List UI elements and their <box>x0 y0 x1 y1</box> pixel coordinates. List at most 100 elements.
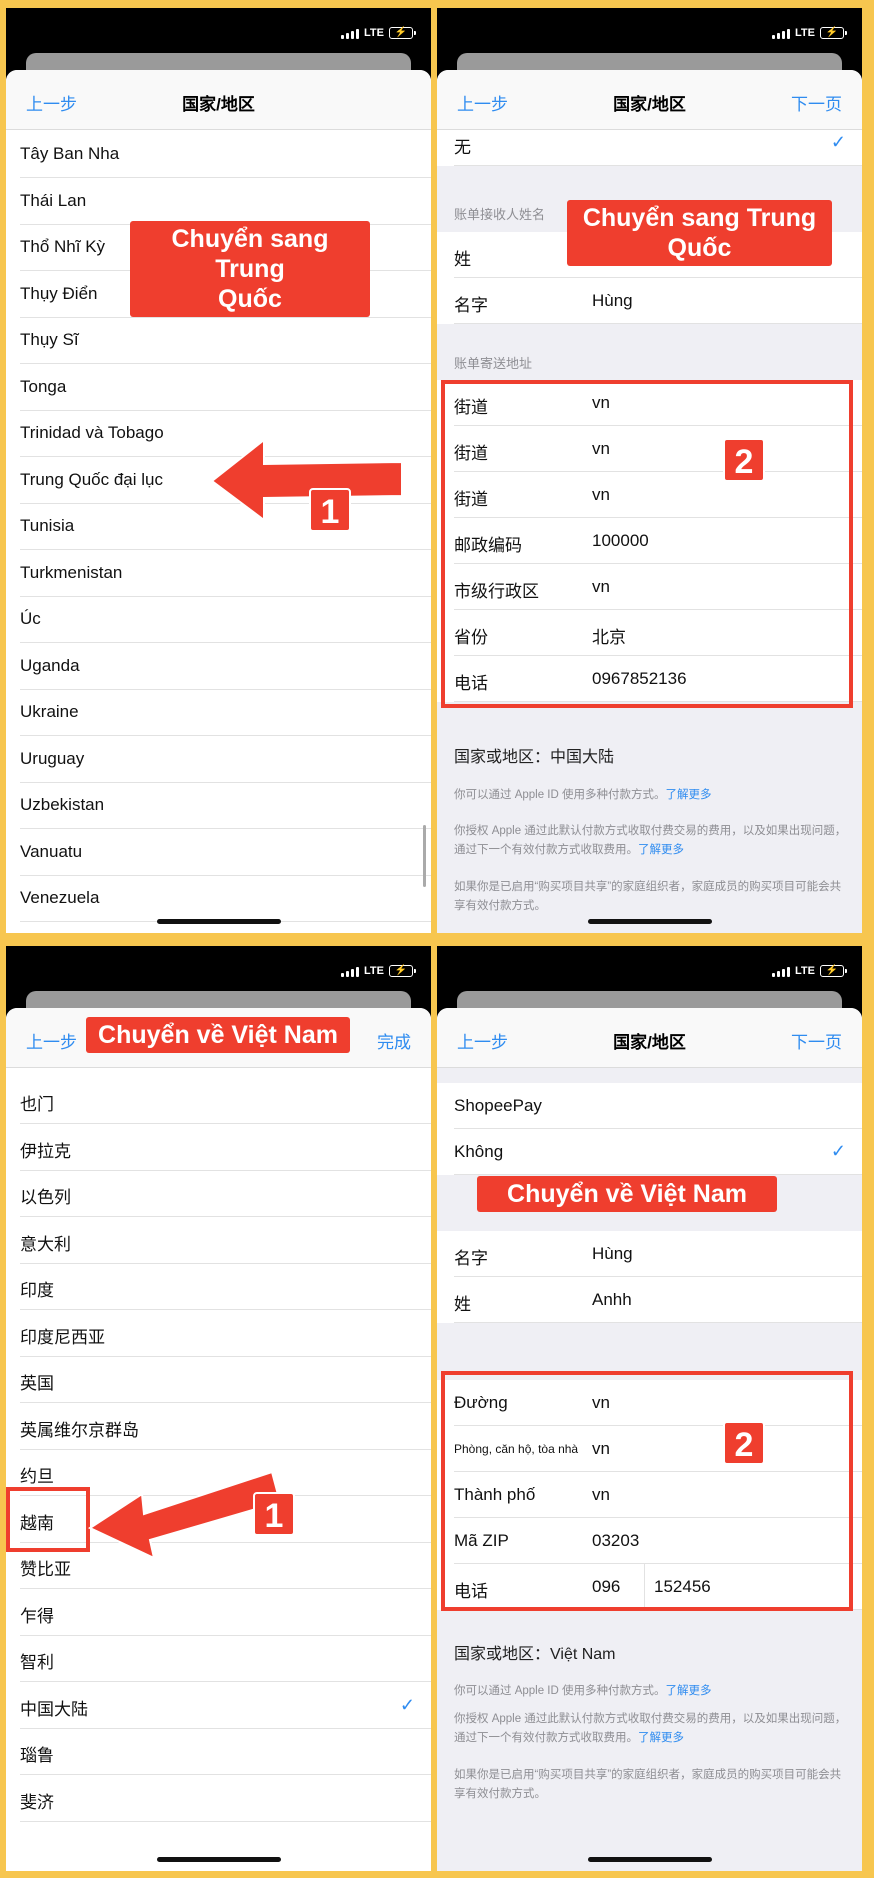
field-label: 名字 <box>454 296 488 315</box>
field-value[interactable]: Hùng <box>592 1244 633 1264</box>
country-name: 约旦 <box>20 1467 54 1486</box>
form-row[interactable]: 姓 Anhh <box>454 1277 862 1323</box>
payment-group: ShopeePay Không ✓ <box>437 1083 862 1175</box>
home-indicator[interactable] <box>587 1857 712 1862</box>
country-name: Uzbekistan <box>20 795 105 814</box>
payment-note: 如果你是已启用“购买项目共享”的家庭组织者，家庭成员的购买项目可能会共享有效付款… <box>454 881 842 912</box>
country-name: 斐济 <box>20 1792 54 1812</box>
country-name: 智利 <box>20 1653 54 1672</box>
step-badge: 2 <box>723 1421 765 1465</box>
annotation-banner: Chuyển về Việt Nam <box>477 1176 777 1212</box>
country-name: 中国大陆 <box>20 1699 88 1719</box>
list-item[interactable]: 印度 <box>20 1264 431 1310</box>
payment-none-label: 无 <box>454 138 471 157</box>
list-item[interactable]: Tây Ban Nha <box>20 132 431 178</box>
payment-note: 你授权 Apple 通过此默认付款方式收取付费交易的费用，以及如果出现问题，通过… <box>454 822 848 860</box>
country-name: Thụy Sĩ <box>20 330 79 349</box>
red-arrow-icon <box>210 438 403 520</box>
bolt-icon: ⚡ <box>825 27 839 38</box>
checkmark-icon: ✓ <box>830 132 846 152</box>
learn-more-link[interactable]: 了解更多 <box>666 789 712 801</box>
list-item[interactable]: 英国 <box>20 1357 431 1403</box>
country-name: Tunisia <box>20 516 75 535</box>
payment-option-row[interactable]: ShopeePay <box>454 1083 862 1129</box>
country-name: Tây Ban Nha <box>20 144 120 163</box>
country-name: Tonga <box>20 376 67 396</box>
country-name: 也门 <box>20 1095 54 1114</box>
next-button[interactable]: 下一页 <box>791 1028 842 1053</box>
payment-note: 你可以通过 Apple ID 使用多种付款方式。了解更多 <box>454 786 848 805</box>
next-button[interactable]: 下一页 <box>791 90 842 115</box>
home-indicator[interactable] <box>156 919 281 924</box>
list-item[interactable]: Ukraine <box>20 690 431 736</box>
list-item[interactable]: Uruguay <box>20 737 431 783</box>
screenshot-billing-vietnam: LTE ⚡ 上一步 国家/地区 下一页 ShopeePay Không ✓ 名字 Hù… <box>437 946 862 1871</box>
country-name: 以色列 <box>20 1188 71 1207</box>
home-indicator[interactable] <box>156 1857 281 1862</box>
list-item[interactable]: Turkmenistan <box>20 551 431 597</box>
list-item[interactable]: Venezuela <box>20 876 431 922</box>
list-item[interactable]: 瑙鲁 <box>20 1729 431 1775</box>
screenshot-country-list-china: LTE ⚡ 上一步 国家/地区 Tây Ban Nha Thái Lan Thổ N… <box>6 8 431 933</box>
learn-more-link[interactable]: 了解更多 <box>638 1732 684 1744</box>
list-item[interactable]: Tonga <box>20 365 431 411</box>
annotation-banner: Chuyển sang Trung Quốc <box>130 221 370 317</box>
country-name: 印度 <box>20 1281 54 1300</box>
list-item[interactable]: 英属维尔京群岛 <box>20 1404 431 1450</box>
list-item[interactable]: 伊拉克 <box>20 1125 431 1171</box>
list-item[interactable]: 智利 <box>20 1636 431 1682</box>
payment-note: 你授权 Apple 通过此默认付款方式收取付费交易的费用，以及如果出现问题，通过… <box>454 1710 848 1748</box>
country-name: 乍得 <box>20 1606 54 1626</box>
list-item[interactable]: Uzbekistan <box>20 783 431 829</box>
form-row[interactable]: 名字 Hùng <box>454 278 862 324</box>
highlight-box <box>441 380 853 708</box>
list-item[interactable]: 乍得 <box>20 1590 431 1636</box>
list-item[interactable]: 也门 <box>20 1078 431 1124</box>
payment-option-label: ShopeePay <box>454 1096 542 1115</box>
scroll-indicator[interactable] <box>423 825 426 887</box>
field-label: 姓 <box>454 250 471 269</box>
payment-note: 你可以通过 Apple ID 使用多种付款方式。了解更多 <box>454 1682 848 1701</box>
battery-icon: ⚡ <box>820 27 847 39</box>
payment-option-row[interactable]: Không ✓ <box>454 1129 862 1175</box>
done-button[interactable]: 完成 <box>377 1028 411 1053</box>
checkmark-icon: ✓ <box>399 1694 415 1715</box>
list-item[interactable]: 意大利 <box>20 1218 431 1264</box>
country-name: Trinidad và Tobago <box>20 423 164 442</box>
learn-more-link[interactable]: 了解更多 <box>666 1685 712 1697</box>
list-item[interactable]: 斐济 <box>20 1776 431 1822</box>
learn-more-link[interactable]: 了解更多 <box>638 844 684 856</box>
country-name: 印度尼西亚 <box>20 1327 105 1347</box>
bolt-icon: ⚡ <box>825 965 839 976</box>
country-name: 英属维尔京群岛 <box>20 1420 139 1440</box>
list-item[interactable]: 中国大陆 ✓ <box>20 1683 431 1729</box>
step-badge: 2 <box>723 438 765 482</box>
country-name: Thổ Nhĩ Kỳ <box>20 237 106 256</box>
signal-icon <box>772 28 791 39</box>
list-item[interactable]: Thụy Sĩ <box>20 318 431 364</box>
payment-option-label: Không <box>454 1142 504 1161</box>
field-value[interactable]: Hùng <box>592 291 633 311</box>
signal-icon <box>341 966 360 977</box>
payment-group: 无 ✓ <box>437 130 862 166</box>
list-item[interactable]: Thái Lan <box>20 179 431 225</box>
battery-icon: ⚡ <box>820 965 847 977</box>
list-item[interactable]: Uganda <box>20 644 431 690</box>
modal-sheet: 上一步 完成 也门 伊拉克 以色列 意大利 印度 印度尼西亚 英国 英属维尔京群岛 约旦 越南 赞比… <box>6 1008 431 1871</box>
highlight-box <box>6 1487 90 1552</box>
form-row[interactable]: 名字 Hùng <box>454 1231 862 1277</box>
banner-line: Chuyển sang Trung <box>171 225 329 283</box>
list-item[interactable]: Úc <box>20 597 431 643</box>
page-title: 国家/地区 <box>182 95 255 114</box>
country-name: Úc <box>20 609 41 628</box>
home-indicator[interactable] <box>587 919 712 924</box>
country-name: 赞比亚 <box>20 1560 71 1579</box>
list-item[interactable]: 印度尼西亚 <box>20 1311 431 1357</box>
back-button[interactable]: 上一步 <box>26 1028 77 1053</box>
field-value[interactable]: Anhh <box>592 1290 632 1310</box>
list-item[interactable]: Vanuatu <box>20 830 431 876</box>
payment-none-row[interactable]: 无 ✓ <box>454 120 862 166</box>
list-item[interactable]: 以色列 <box>20 1171 431 1217</box>
country-line: 国家或地区：Việt Nam <box>454 1646 616 1663</box>
highlight-box <box>441 1371 853 1611</box>
